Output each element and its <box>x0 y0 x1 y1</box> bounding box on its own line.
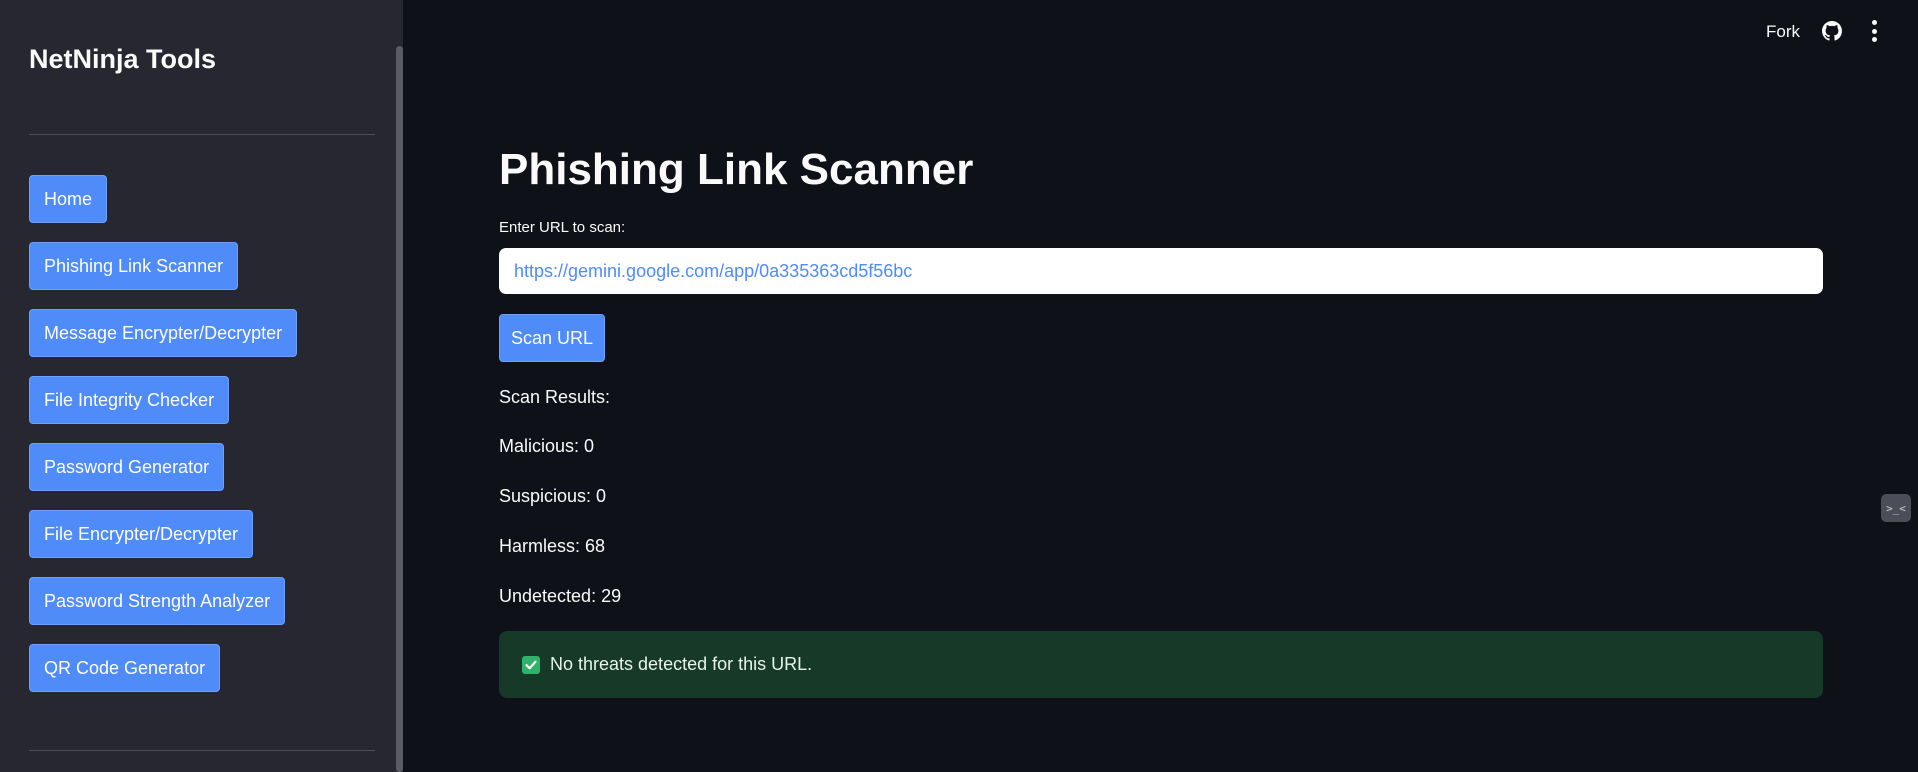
scan-results-heading: Scan Results: <box>499 387 611 407</box>
github-icon[interactable] <box>1822 21 1842 41</box>
sidebar-item-file-encrypter[interactable]: File Encrypter/Decrypter <box>29 510 254 558</box>
check-mark-icon <box>522 655 540 674</box>
menu-dot <box>1871 28 1877 34</box>
harmless-count: Harmless: 68 <box>499 536 606 556</box>
sidebar-item-qr-code-generator[interactable]: QR Code Generator <box>29 644 221 692</box>
suspicious-count: Suspicious: 0 <box>499 486 607 506</box>
undetected-count: Undetected: 29 <box>499 586 622 606</box>
menu-dot <box>1871 20 1877 25</box>
scan-url-button[interactable]: Scan URL <box>499 314 605 362</box>
page-title: Phishing Link Scanner <box>499 145 974 194</box>
menu-dot <box>1871 37 1877 42</box>
success-alert: No threats detected for this URL. <box>499 631 1823 698</box>
sidebar-divider-top <box>29 134 375 135</box>
sidebar-item-password-strength-analyzer[interactable]: Password Strength Analyzer <box>29 577 286 625</box>
sidebar-item-file-integrity-checker[interactable]: File Integrity Checker <box>29 376 230 424</box>
sidebar: NetNinja Tools Home Phishing Link Scanne… <box>0 0 403 772</box>
sidebar-scrollbar[interactable] <box>396 46 403 772</box>
malicious-count: Malicious: 0 <box>499 436 595 456</box>
sidebar-item-home[interactable]: Home <box>29 175 108 223</box>
sidebar-item-password-generator[interactable]: Password Generator <box>29 443 225 491</box>
fork-link[interactable]: Fork <box>1766 22 1800 42</box>
sidebar-nav: Home Phishing Link Scanner Message Encry… <box>29 175 298 692</box>
sidebar-title: NetNinja Tools <box>29 44 217 74</box>
sidebar-item-phishing-link-scanner[interactable]: Phishing Link Scanner <box>29 242 239 290</box>
success-message: No threats detected for this URL. <box>550 654 813 674</box>
sidebar-item-message-encrypter[interactable]: Message Encrypter/Decrypter <box>29 309 298 357</box>
url-input-label: Enter URL to scan: <box>499 219 626 236</box>
kebab-menu-icon[interactable] <box>1870 20 1878 42</box>
side-widget-icon[interactable]: >_< <box>1881 494 1911 522</box>
app-root: NetNinja Tools Home Phishing Link Scanne… <box>0 0 1918 772</box>
url-input[interactable] <box>499 248 1823 294</box>
sidebar-divider-bottom <box>29 750 375 751</box>
